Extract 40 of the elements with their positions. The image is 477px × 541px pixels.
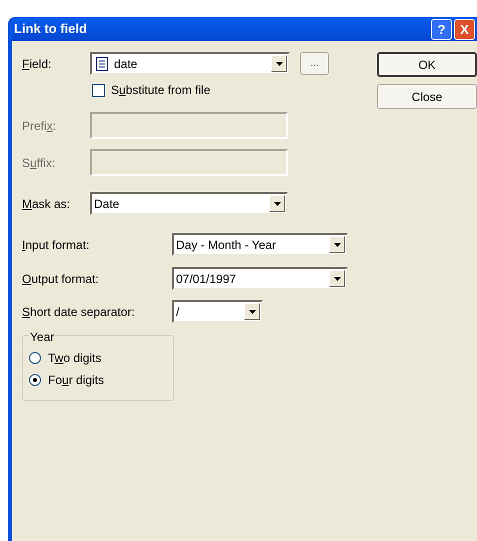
caret-icon (276, 62, 282, 66)
help-button[interactable]: ? (431, 18, 452, 40)
close-button[interactable]: Close (377, 84, 477, 109)
dropdown-button[interactable] (271, 55, 287, 72)
checkbox-label: Substitute from file (111, 82, 210, 99)
close-button[interactable]: X (454, 18, 475, 40)
caret-icon (334, 276, 340, 280)
dropdown-button[interactable] (329, 270, 345, 287)
ok-button[interactable]: OK (377, 52, 477, 77)
dropdown-button[interactable] (244, 303, 260, 320)
input-format-combo[interactable]: Day - Month - Year (172, 233, 348, 256)
checkbox[interactable] (92, 84, 105, 96)
combo-value: Date (94, 196, 120, 212)
field-combo[interactable]: date (90, 52, 290, 75)
dropdown-button[interactable] (269, 195, 285, 212)
caret-icon (334, 242, 340, 246)
field-label: Input format: (22, 236, 90, 254)
caret-icon (248, 310, 256, 314)
radio-button[interactable] (29, 352, 41, 364)
field-label: Output format: (22, 270, 100, 288)
field-label: Mask as: (22, 196, 72, 212)
browse-button[interactable]: ... (300, 52, 329, 75)
field-label: Field: (22, 56, 52, 72)
caret-icon (274, 202, 280, 206)
field-label: Short date separator: (22, 304, 136, 320)
dropdown-button[interactable] (329, 236, 345, 253)
document-icon (96, 56, 108, 70)
separator-combo[interactable]: / (172, 300, 263, 323)
output-format-combo[interactable]: 07/01/1997 (172, 267, 348, 290)
combo-value: date (114, 56, 138, 72)
window-title: Link to field (14, 20, 88, 38)
radio-label: Four digits (48, 372, 104, 389)
combo-value: 07/01/1997 (176, 270, 238, 288)
radio-label: Two digits (48, 350, 102, 367)
combo-value: Day - Month - Year (176, 236, 278, 254)
field-label: Suffix: (22, 154, 56, 172)
combo-value: / (176, 304, 180, 320)
radio-button[interactable] (29, 374, 41, 386)
mask-combo[interactable]: Date (90, 192, 288, 215)
field-label: Prefix: (22, 118, 58, 134)
